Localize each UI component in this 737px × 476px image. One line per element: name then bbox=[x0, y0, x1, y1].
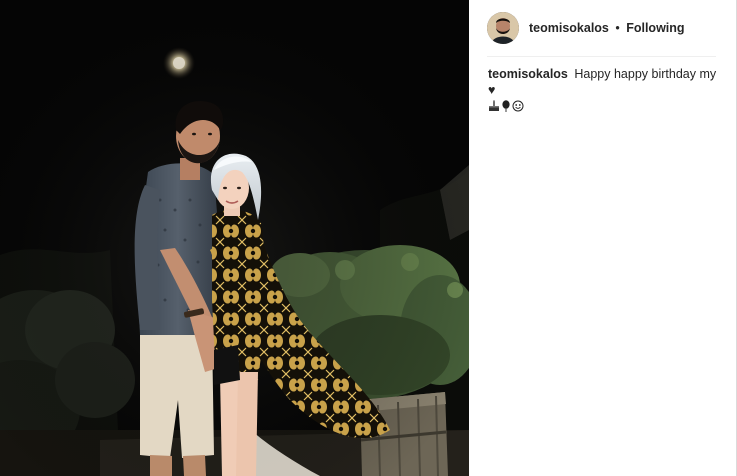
birthday-cake-icon bbox=[488, 100, 500, 112]
post-side-panel: teomisokalos • Following teomisokalos Ha… bbox=[469, 0, 737, 476]
caption-username-link[interactable]: teomisokalos bbox=[488, 67, 571, 81]
post-header-text: teomisokalos • Following bbox=[529, 21, 685, 35]
instagram-post-view: teomisokalos • Following teomisokalos Ha… bbox=[0, 0, 737, 476]
post-caption: teomisokalos Happy happy birthday my ♥ bbox=[488, 66, 720, 113]
following-button[interactable]: Following bbox=[626, 21, 684, 35]
header-divider bbox=[487, 56, 716, 57]
face-icon bbox=[512, 100, 524, 112]
profile-avatar[interactable] bbox=[487, 12, 519, 44]
caption-emoji-row bbox=[488, 99, 720, 113]
avatar-image bbox=[487, 12, 519, 44]
header-username-link[interactable]: teomisokalos bbox=[529, 21, 609, 35]
post-photo-image bbox=[0, 0, 469, 476]
post-header: teomisokalos • Following bbox=[469, 0, 716, 56]
post-photo[interactable] bbox=[0, 0, 469, 476]
header-separator: • bbox=[611, 21, 624, 35]
balloon-icon bbox=[501, 100, 511, 112]
